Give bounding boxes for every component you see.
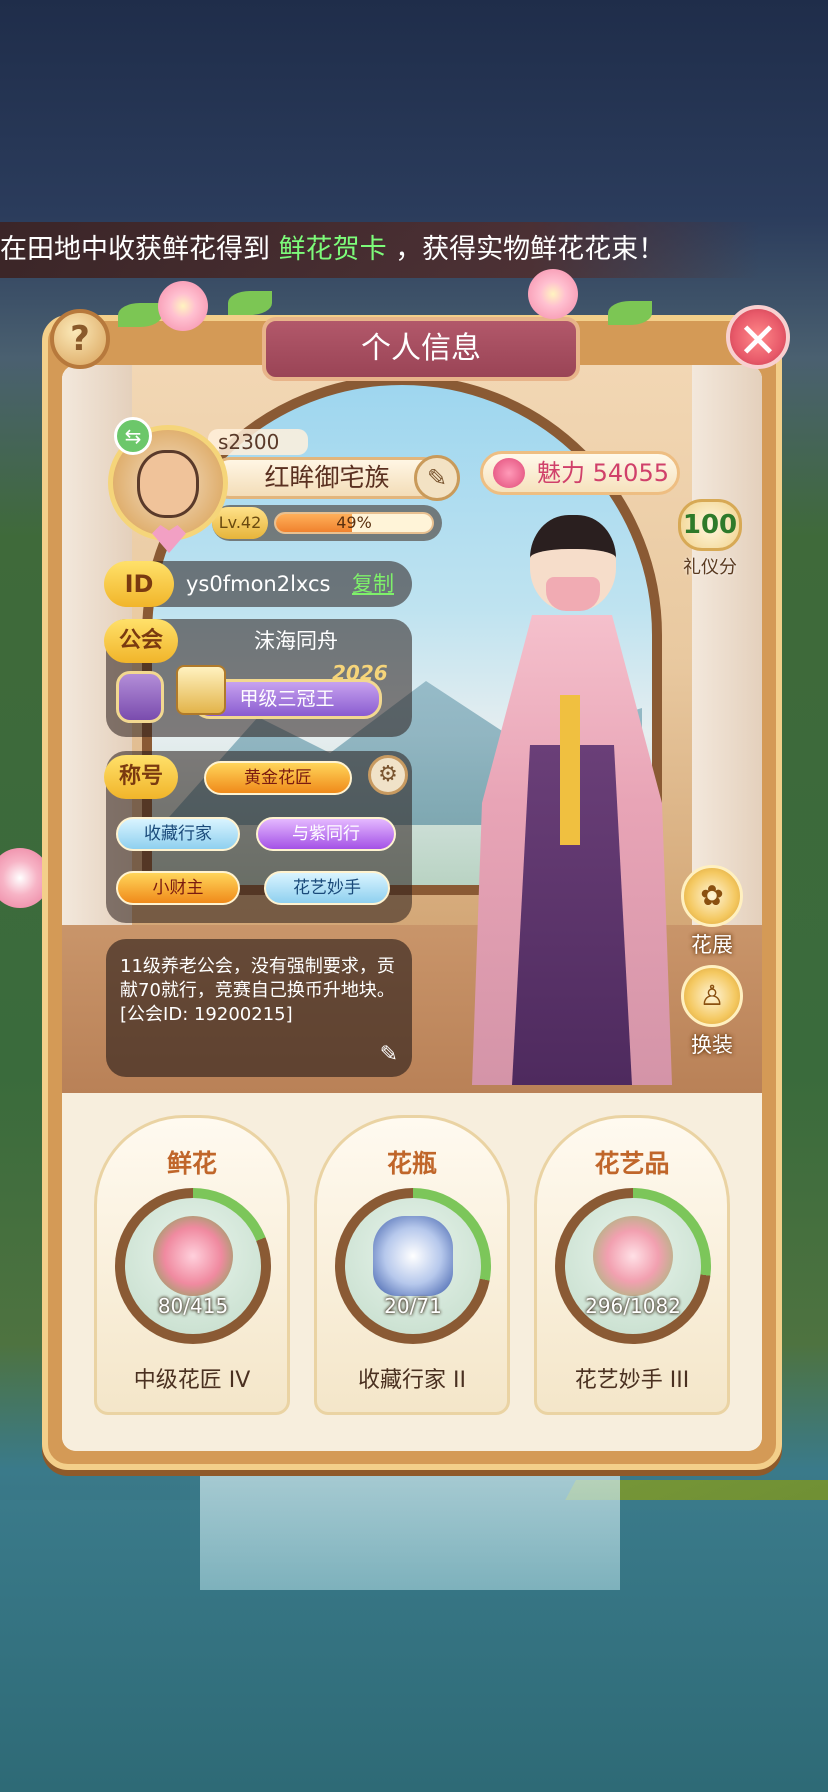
leaf-decoration-icon: [228, 291, 272, 315]
charm-value: 54055: [592, 459, 669, 487]
swap-avatar-icon[interactable]: ⇆: [114, 417, 152, 455]
rose-icon: [493, 458, 525, 488]
title-chip[interactable]: 与紫同行: [256, 817, 396, 851]
bio-box[interactable]: 11级养老公会，没有强制要求，贡献70就行，竞赛自己换币升地块。[公会ID: 1…: [106, 939, 412, 1077]
flower-exhibition-button[interactable]: ✿ 花展: [676, 865, 748, 961]
dressup-label: 换装: [691, 1033, 733, 1057]
edit-name-button[interactable]: ✎: [414, 455, 460, 501]
title-chip[interactable]: 花艺妙手: [264, 871, 390, 905]
collection-count: 80/415: [157, 1294, 229, 1318]
panel-content: s2300 ⇆ 红眸御宅族 ✎ Lv.42 49% 魅力 54055 100 礼…: [62, 365, 762, 1451]
level-row: Lv.42 49%: [212, 505, 442, 541]
exhibition-label: 花展: [691, 933, 733, 957]
ticker-prefix: 在田地中收获鲜花得到: [0, 234, 270, 265]
player-name: 红眸御宅族: [212, 457, 442, 499]
character-sash: [560, 695, 580, 845]
etiquette-label: 礼仪分: [683, 557, 737, 578]
collections-section: 鲜花 80/415 中级花匠 IV 花瓶 20/71 收藏行家 II 花艺品 2…: [62, 1093, 762, 1451]
collection-ring-inner: 20/71: [345, 1198, 481, 1334]
bio-text: 11级养老公会，没有强制要求，贡献70就行，竞赛自己换币升地块。[公会ID: 1…: [120, 956, 395, 1025]
guild-emblem-icon: [116, 671, 164, 723]
vase-icon: [373, 1216, 453, 1296]
main-title-badge[interactable]: 黄金花匠: [204, 761, 352, 795]
level-progress-bar: 49%: [274, 512, 434, 534]
etiquette-value: 100: [678, 499, 742, 551]
avatar-face-icon: [137, 450, 199, 518]
flower-decoration-icon: [528, 269, 578, 319]
collection-card-arrangements[interactable]: 花艺品 296/1082 花艺妙手 III: [534, 1115, 730, 1415]
collection-progress-ring: 80/415: [115, 1188, 271, 1344]
profile-panel: ? 个人信息 ✕ s2300 ⇆ 红眸御宅族 ✎ Lv.42 49% 魅力 54…: [42, 269, 790, 1470]
collection-rank: 中级花匠 IV: [133, 1368, 251, 1393]
ticker-highlight: 鲜花贺卡: [278, 234, 387, 265]
character-veil: [546, 577, 600, 611]
panel-title: 个人信息: [262, 317, 580, 381]
leaf-decoration-icon: [608, 301, 652, 325]
guild-year: 2026: [332, 661, 388, 685]
collection-rank: 收藏行家 II: [358, 1368, 466, 1393]
etiquette-score[interactable]: 100 礼仪分: [672, 499, 748, 583]
bouquet-icon: [153, 1216, 233, 1296]
guild-name: 沫海同舟: [254, 629, 338, 653]
collection-progress-ring: 296/1082: [555, 1188, 711, 1344]
dress-form-icon: ♙: [681, 965, 743, 1027]
collection-progress-ring: 20/71: [335, 1188, 491, 1344]
announcement-ticker: 在田地中收获鲜花得到 鲜花贺卡 ，获得实物鲜花花束！: [0, 222, 760, 278]
level-badge: Lv.42: [212, 507, 268, 539]
help-button[interactable]: ?: [50, 309, 110, 369]
collection-ring-inner: 296/1082: [565, 1198, 701, 1334]
leaf-decoration-icon: [118, 303, 162, 327]
guild-label: 公会: [104, 619, 178, 663]
guild-box[interactable]: 公会 沫海同舟 甲级三冠王 2026: [104, 619, 412, 737]
id-label: ID: [104, 561, 174, 607]
collection-card-flowers[interactable]: 鲜花 80/415 中级花匠 IV: [94, 1115, 290, 1415]
collection-title: 花瓶: [386, 1149, 437, 1178]
id-row: ID ys0fmon2lxcs 复制: [104, 561, 412, 607]
player-character: [462, 515, 682, 1085]
id-value: ys0fmon2lxcs: [186, 572, 331, 596]
titles-box: 称号 黄金花匠 ⚙ 收藏行家 与紫同行 小财主 花艺妙手: [104, 751, 412, 923]
collection-rank: 花艺妙手 III: [574, 1368, 690, 1393]
collection-title: 花艺品: [594, 1149, 670, 1178]
edit-bio-icon[interactable]: ✎: [380, 1043, 398, 1067]
score-tag: s2300: [208, 429, 308, 455]
title-chip[interactable]: 小财主: [116, 871, 240, 905]
background-waterfall: [200, 1470, 620, 1590]
collection-title: 鲜花: [166, 1149, 217, 1178]
title-chip[interactable]: 收藏行家: [116, 817, 240, 851]
flower-decoration-icon: [158, 281, 208, 331]
charm-label: 魅力: [537, 459, 585, 487]
copy-id-button[interactable]: 复制: [352, 561, 394, 607]
titles-label: 称号: [104, 755, 178, 799]
collection-ring-inner: 80/415: [125, 1198, 261, 1334]
flower-icon: ✿: [681, 865, 743, 927]
level-progress-text: 49%: [336, 513, 372, 532]
collection-count: 296/1082: [585, 1294, 681, 1318]
dress-up-button[interactable]: ♙ 换装: [676, 965, 748, 1061]
flower-arrangement-icon: [593, 1216, 673, 1296]
collection-card-vases[interactable]: 花瓶 20/71 收藏行家 II: [314, 1115, 510, 1415]
collection-count: 20/71: [384, 1294, 442, 1318]
ticker-suffix: ，获得实物鲜花花束！: [395, 234, 666, 265]
ship-icon: [176, 665, 226, 715]
charm-pill[interactable]: 魅力 54055: [480, 451, 680, 495]
title-settings-gear-icon[interactable]: ⚙: [368, 755, 408, 795]
close-button[interactable]: ✕: [726, 305, 790, 369]
